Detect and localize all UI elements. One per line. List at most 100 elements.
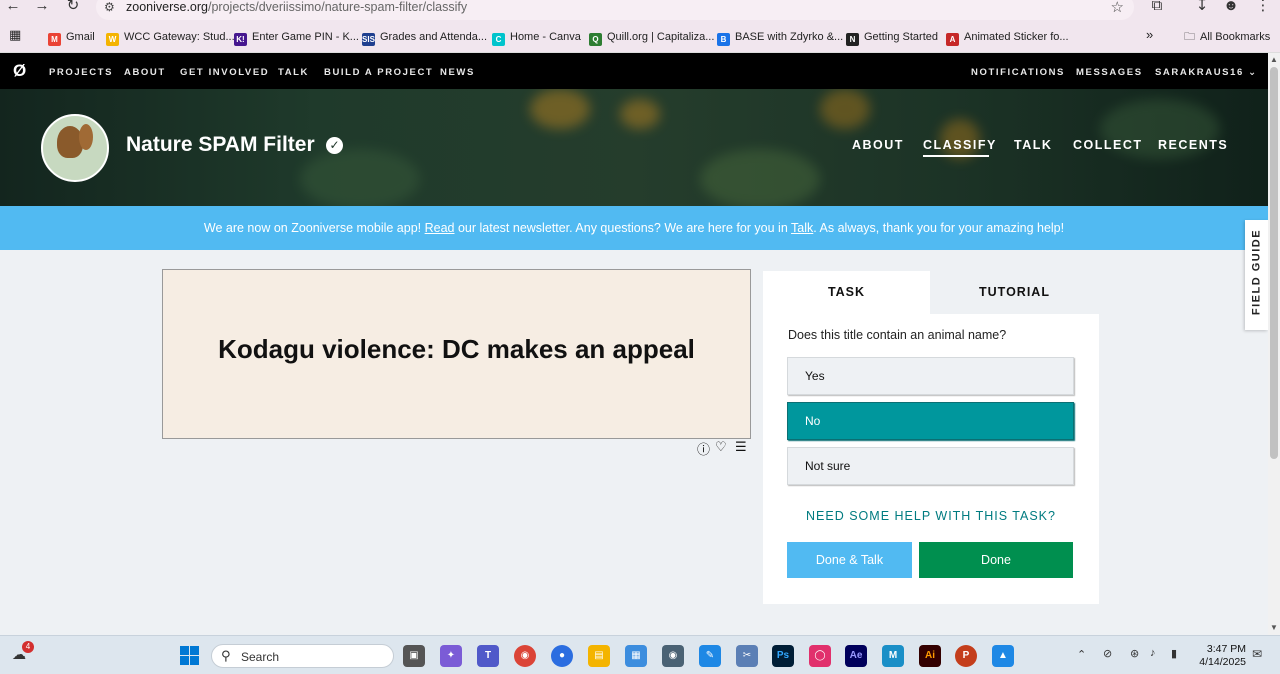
- windows-taskbar: ☁ 4 ⚲ Search ▣ ✦ T ◉ ● ▤ ▦ ◉ ✎ ✂ Ps ◯ Ae…: [0, 635, 1280, 674]
- project-nav-talk[interactable]: TALK: [1014, 138, 1052, 152]
- photoshop-icon[interactable]: Ps: [772, 645, 794, 667]
- nav-about[interactable]: ABOUT: [124, 67, 166, 78]
- back-arrow-icon[interactable]: ←: [4, 0, 22, 16]
- project-nav-classify[interactable]: CLASSIFY: [923, 138, 997, 152]
- powerpoint-icon[interactable]: P: [955, 645, 977, 667]
- nav-get-involved[interactable]: GET INVOLVED: [180, 67, 269, 78]
- all-bookmarks-button[interactable]: 🗀 All Bookmarks: [1184, 29, 1270, 45]
- project-avatar[interactable]: [41, 114, 109, 182]
- scroll-up-icon[interactable]: ▲: [1270, 55, 1278, 64]
- bookmark-label: Grades and Attenda...: [380, 31, 488, 43]
- list-icon[interactable]: ☰: [735, 439, 747, 455]
- newsletter-link[interactable]: Read: [425, 221, 455, 235]
- nav-news[interactable]: NEWS: [440, 67, 475, 78]
- windows-start-icon[interactable]: [180, 646, 199, 665]
- project-title[interactable]: Nature SPAM Filter: [126, 133, 315, 157]
- browser-icon[interactable]: ●: [551, 645, 573, 667]
- task-help-link[interactable]: NEED SOME HELP WITH THIS TASK?: [763, 509, 1099, 523]
- apps-grid-icon[interactable]: ▦: [9, 27, 21, 43]
- bookmark-item[interactable]: C Home - Canva: [492, 29, 581, 46]
- zooniverse-logo-icon[interactable]: Ø: [13, 61, 26, 81]
- bookmark-item[interactable]: B BASE with Zdyrko &...: [717, 29, 844, 46]
- bookmark-label: WCC Gateway: Stud...: [124, 31, 235, 43]
- project-nav-collect[interactable]: COLLECT: [1073, 138, 1143, 152]
- mail-app-icon[interactable]: M: [882, 645, 904, 667]
- squirrel-tail: [79, 124, 93, 150]
- done-button[interactable]: Done: [919, 542, 1073, 578]
- address-bar[interactable]: ⚙ zooniverse.org/projects/dveriissimo/na…: [96, 0, 1134, 20]
- menu-dots-icon[interactable]: ⋮: [1254, 0, 1272, 16]
- file-explorer-icon[interactable]: ▤: [588, 645, 610, 667]
- battery-icon[interactable]: ▮: [1171, 647, 1177, 660]
- wifi-icon[interactable]: ⊛: [1130, 647, 1139, 660]
- page-scrollbar[interactable]: ▲ ▼: [1268, 53, 1280, 635]
- instagram-icon[interactable]: ◯: [809, 645, 831, 667]
- answer-not-sure[interactable]: Not sure: [787, 447, 1074, 485]
- bookmark-item[interactable]: A Animated Sticker fo...: [946, 29, 1069, 46]
- task-view-icon[interactable]: ▣: [403, 645, 425, 667]
- copilot-icon[interactable]: ✦: [440, 645, 462, 667]
- tab-tutorial[interactable]: TUTORIAL: [930, 271, 1099, 314]
- info-icon[interactable]: ⓘ: [697, 439, 710, 458]
- volume-icon[interactable]: ♪: [1150, 647, 1156, 659]
- nav-projects[interactable]: PROJECTS: [49, 67, 113, 78]
- field-guide-tab[interactable]: FIELD GUIDE: [1245, 220, 1268, 330]
- bookmark-star-icon[interactable]: ☆: [1111, 0, 1124, 16]
- bookmark-label: Home - Canva: [510, 31, 581, 43]
- notification-bell-icon[interactable]: ✉: [1252, 647, 1262, 661]
- more-bookmarks-chevron-icon[interactable]: »: [1146, 27, 1153, 43]
- nav-messages[interactable]: MESSAGES: [1076, 67, 1143, 78]
- notification-count-badge: 4: [22, 641, 34, 653]
- heart-icon[interactable]: ♡: [715, 439, 727, 455]
- after-effects-icon[interactable]: Ae: [845, 645, 867, 667]
- download-icon[interactable]: ↧: [1193, 0, 1211, 16]
- show-hidden-icons-chevron-icon[interactable]: ⌃: [1077, 648, 1086, 661]
- snipping-tool-icon[interactable]: ✂: [736, 645, 758, 667]
- profile-icon[interactable]: ☻: [1222, 0, 1240, 16]
- forward-arrow-icon[interactable]: →: [33, 0, 51, 16]
- subject-viewer[interactable]: Kodagu violence: DC makes an appeal: [162, 269, 751, 439]
- user-menu[interactable]: SARAKRAUS16 ⌄: [1155, 67, 1258, 78]
- talk-link[interactable]: Talk: [791, 221, 813, 235]
- clock-date: 4/14/2025: [1199, 656, 1246, 668]
- scroll-down-icon[interactable]: ▼: [1270, 623, 1278, 632]
- camera-icon[interactable]: ◉: [662, 645, 684, 667]
- subject-title-text: Kodagu violence: DC makes an appeal: [218, 334, 695, 364]
- bookmark-item[interactable]: W WCC Gateway: Stud...: [106, 29, 235, 46]
- network-off-icon[interactable]: ⊘: [1103, 647, 1112, 660]
- bookmark-item[interactable]: N Getting Started: [846, 29, 938, 46]
- nav-talk[interactable]: TALK: [278, 67, 309, 78]
- bookmark-favicon-icon: W: [106, 33, 119, 46]
- bookmark-label: BASE with Zdyrko &...: [735, 31, 844, 43]
- system-clock[interactable]: 3:47 PM 4/14/2025: [1196, 643, 1246, 669]
- reload-icon[interactable]: ↻: [64, 0, 82, 16]
- project-nav-recents[interactable]: RECENTS: [1158, 138, 1228, 152]
- photos-icon[interactable]: ▲: [992, 645, 1014, 667]
- bookmark-item[interactable]: K! Enter Game PIN - K...: [234, 29, 359, 46]
- bookmark-favicon-icon: B: [717, 33, 730, 46]
- bookmark-favicon-icon: A: [946, 33, 959, 46]
- tab-task[interactable]: TASK: [763, 271, 930, 314]
- project-nav-about[interactable]: ABOUT: [852, 138, 904, 152]
- whiteboard-icon[interactable]: ✎: [699, 645, 721, 667]
- answer-no[interactable]: No: [787, 402, 1074, 440]
- announcement-text-2: our latest newsletter. Any questions? We…: [454, 221, 792, 235]
- store-icon[interactable]: ▦: [625, 645, 647, 667]
- site-settings-icon[interactable]: ⚙: [104, 0, 115, 14]
- nav-notifications[interactable]: NOTIFICATIONS: [971, 67, 1065, 78]
- bookmark-label: Gmail: [66, 31, 95, 43]
- answer-yes[interactable]: Yes: [787, 357, 1074, 395]
- project-hero-banner: Nature SPAM Filter ✓ ABOUT CLASSIFY TALK…: [0, 89, 1268, 206]
- illustrator-icon[interactable]: Ai: [919, 645, 941, 667]
- bookmark-item[interactable]: M Gmail: [48, 29, 95, 46]
- chrome-icon[interactable]: ◉: [514, 645, 536, 667]
- bookmarks-bar: ▦ M Gmail W WCC Gateway: Stud... K! Enter Gam…: [0, 20, 1280, 53]
- extensions-icon[interactable]: ⧉: [1148, 0, 1166, 16]
- teams-icon[interactable]: T: [477, 645, 499, 667]
- nav-build-a-project[interactable]: BUILD A PROJECT: [324, 67, 433, 78]
- scroll-thumb[interactable]: [1270, 67, 1278, 459]
- bookmark-item[interactable]: Q Quill.org | Capitaliza...: [589, 29, 714, 46]
- taskbar-search[interactable]: ⚲ Search: [211, 644, 394, 668]
- bookmark-item[interactable]: SIS Grades and Attenda...: [362, 29, 488, 46]
- done-and-talk-button[interactable]: Done & Talk: [787, 542, 912, 578]
